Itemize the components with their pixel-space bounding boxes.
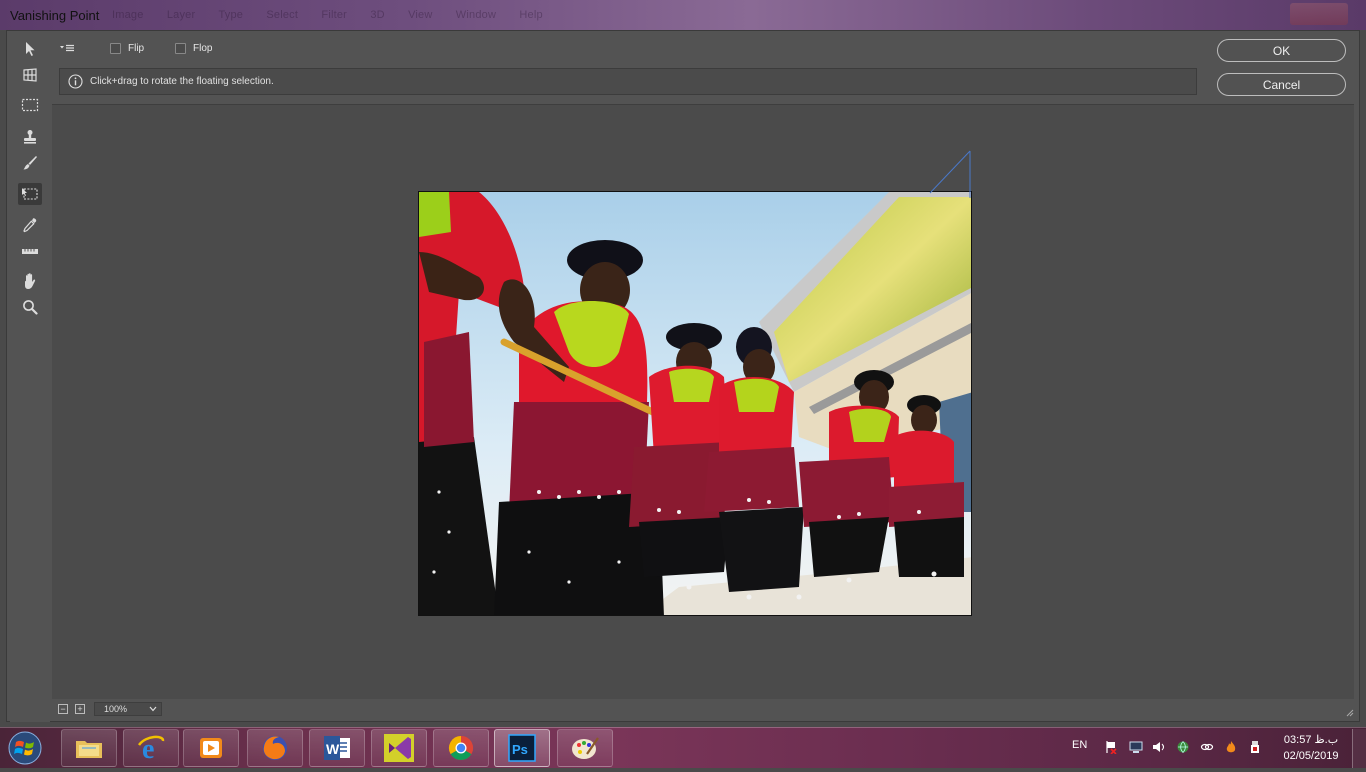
window-title: Vanishing Point [10, 8, 100, 23]
ghost-menu-item: 3D [370, 9, 385, 21]
svg-text:W: W [326, 741, 340, 757]
stamp-tool[interactable] [18, 126, 42, 148]
ghost-menu-item: Image [112, 9, 144, 21]
taskbar-paint[interactable] [557, 729, 613, 767]
title-bar: Vanishing Point Image Layer Type Select … [0, 0, 1366, 30]
info-bar: Click+drag to rotate the floating select… [59, 68, 1197, 95]
ghost-menu-bar: Image Layer Type Select Filter 3D View W… [112, 9, 563, 21]
ghost-menu-item: Layer [166, 9, 196, 21]
flop-label: Flop [193, 43, 213, 54]
arrow-icon [26, 42, 35, 56]
ghost-menu-item: Window [455, 9, 497, 21]
measure-tool[interactable] [18, 240, 42, 262]
update-globe-icon[interactable] [1176, 740, 1190, 754]
zoom-icon [23, 300, 38, 315]
zoom-level-text: 100% [104, 704, 128, 714]
transform-tool[interactable] [18, 183, 42, 205]
taskbar-photoshop[interactable]: Ps [494, 729, 550, 767]
show-desktop-button[interactable] [1352, 729, 1366, 768]
marquee-tool[interactable] [18, 94, 42, 116]
dancers-photo [419, 192, 971, 615]
volume-icon[interactable] [1152, 740, 1166, 754]
create-plane-tool[interactable] [18, 64, 42, 86]
stamp-icon [24, 130, 36, 144]
flyout-menu-icon [60, 44, 74, 52]
clock-date[interactable]: 02/05/2019 [1280, 750, 1342, 762]
taskbar-visual-studio[interactable] [371, 729, 427, 767]
eyedropper-tool[interactable] [18, 214, 42, 236]
chrome-icon [448, 736, 474, 761]
ghost-menu-item: Type [218, 9, 244, 21]
ghost-menu-item: Select [266, 9, 299, 21]
ok-button[interactable]: OK [1217, 39, 1346, 62]
brush-tool[interactable] [18, 152, 42, 174]
folder-icon [76, 741, 102, 758]
link-chain-icon[interactable] [1200, 740, 1214, 754]
clock-time[interactable]: 03:57 ب.ظ [1280, 733, 1342, 746]
cancel-button[interactable]: Cancel [1217, 73, 1346, 96]
grid-icon [23, 68, 37, 82]
taskbar-firefox[interactable] [247, 729, 303, 767]
internet-explorer-icon: e [137, 734, 165, 763]
transform-icon [22, 188, 38, 200]
media-player-icon [200, 738, 222, 758]
windows-start-orb-icon [8, 731, 42, 765]
paint-palette-icon [572, 737, 599, 759]
options-menu-button[interactable] [58, 40, 76, 56]
svg-text:Ps: Ps [512, 742, 528, 757]
zoom-bar [52, 700, 1354, 720]
flop-checkbox[interactable] [175, 43, 186, 54]
taskbar-chrome[interactable] [433, 729, 489, 767]
ghost-menu-item: View [408, 9, 433, 21]
ghost-menu-item: Filter [321, 9, 348, 21]
word-icon: W [324, 736, 350, 760]
info-icon [68, 74, 83, 89]
language-indicator[interactable]: EN [1072, 739, 1087, 751]
tools-panel [10, 32, 50, 722]
ghost-menu-item: Help [519, 9, 543, 21]
ruler-icon [22, 249, 38, 254]
ghost-close-button [1290, 3, 1348, 25]
floating-selection-image[interactable] [418, 191, 972, 616]
taskbar-media-player[interactable] [183, 729, 239, 767]
firefox-icon [263, 736, 287, 760]
hand-tool[interactable] [18, 270, 42, 292]
action-center-flag-icon[interactable] [1104, 740, 1118, 754]
flame-app-icon[interactable] [1224, 740, 1238, 754]
photoshop-icon: Ps [508, 734, 536, 762]
safely-remove-hardware-icon[interactable] [1248, 740, 1262, 754]
zoom-tool[interactable] [18, 296, 42, 318]
network-icon[interactable] [1129, 740, 1143, 754]
marquee-icon [21, 98, 39, 112]
info-message: Click+drag to rotate the floating select… [90, 76, 274, 87]
zoom-out-button[interactable]: − [58, 704, 68, 714]
taskbar-word[interactable]: W [309, 729, 365, 767]
taskbar-internet-explorer[interactable]: e [123, 729, 179, 767]
edit-plane-tool[interactable] [18, 38, 42, 60]
resize-grip-icon[interactable] [1344, 707, 1354, 717]
visual-studio-icon [384, 734, 414, 762]
flip-label: Flip [128, 43, 145, 54]
taskbar-file-explorer[interactable] [61, 729, 117, 767]
chevron-down-icon[interactable] [148, 705, 158, 713]
brush-icon [23, 156, 37, 170]
eyedropper-icon [23, 218, 37, 233]
zoom-in-button[interactable]: + [75, 704, 85, 714]
plane-edge-line [929, 150, 971, 198]
hand-icon [25, 273, 36, 289]
start-button[interactable] [5, 729, 45, 767]
flip-checkbox[interactable] [110, 43, 121, 54]
